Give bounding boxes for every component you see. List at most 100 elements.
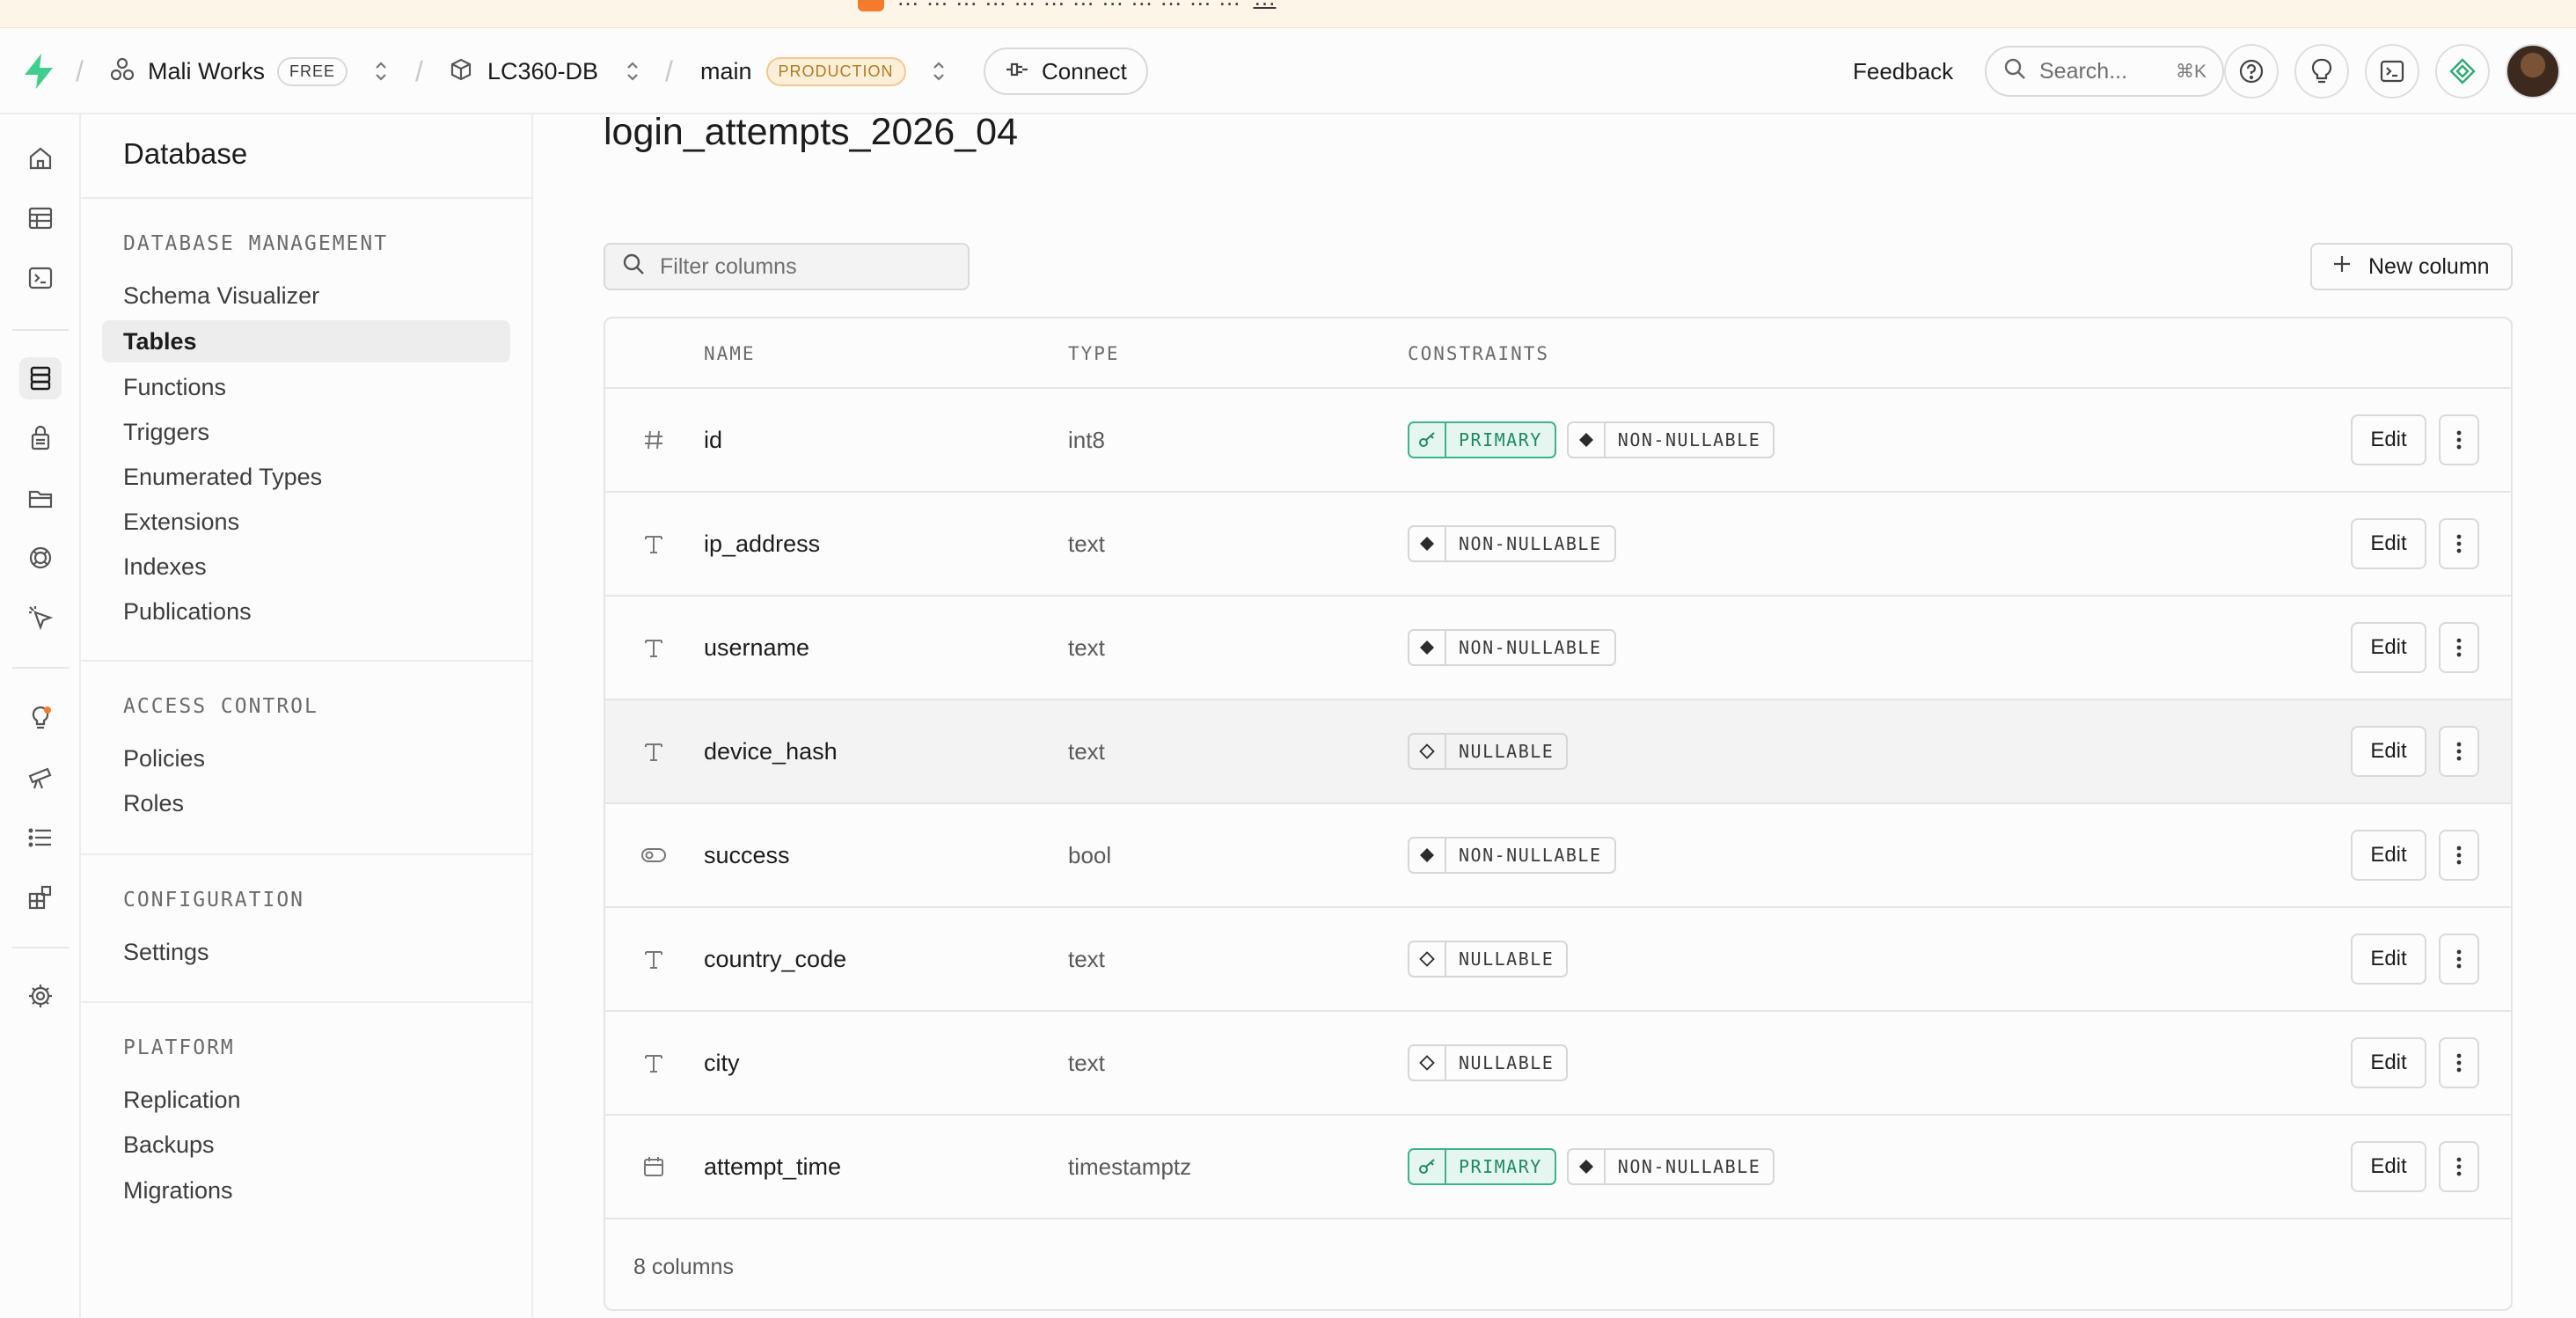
realtime-icon[interactable]	[19, 537, 62, 579]
org-name: Mali Works	[148, 57, 266, 84]
supabase-logo-icon[interactable]	[21, 28, 60, 114]
side-divider	[81, 1001, 531, 1003]
sidebar-item-tables[interactable]: Tables	[102, 320, 510, 362]
edit-button[interactable]: Edit	[2351, 518, 2426, 569]
edit-button[interactable]: Edit	[2351, 1141, 2426, 1192]
sidebar-item-enumerated-types[interactable]: Enumerated Types	[102, 456, 510, 498]
auth-icon[interactable]	[19, 417, 62, 459]
sidebar-item-roles[interactable]: Roles	[102, 782, 510, 824]
search-placeholder: Search...	[2039, 58, 2128, 84]
more-options-icon[interactable]	[2439, 830, 2479, 881]
lightbulb-icon[interactable]	[2294, 44, 2349, 99]
edit-button[interactable]: Edit	[2351, 934, 2426, 985]
edit-button[interactable]: Edit	[2351, 830, 2426, 881]
sidebar-item-replication[interactable]: Replication	[102, 1079, 510, 1121]
org-chevron-updown-icon[interactable]	[373, 28, 389, 114]
column-name: id	[704, 426, 723, 453]
storage-icon[interactable]	[19, 477, 62, 519]
calendar-icon	[640, 1116, 667, 1218]
constraint-label: NON-NULLABLE	[1459, 637, 1602, 658]
table-row[interactable]: success bool NON-NULLABLE Edit	[605, 804, 2511, 908]
constraint-badges: NON-NULLABLE	[1408, 804, 1616, 906]
edit-button[interactable]: Edit	[2351, 622, 2426, 673]
new-column-label: New column	[2368, 253, 2490, 279]
user-avatar[interactable]	[2506, 44, 2560, 99]
home-icon[interactable]	[19, 137, 62, 179]
org-switcher[interactable]: Mali Works FREE	[109, 28, 348, 114]
more-options-icon[interactable]	[2439, 518, 2479, 569]
table-row[interactable]: country_code text NULLABLE Edit	[605, 908, 2511, 1012]
logs-icon[interactable]	[19, 816, 62, 859]
sidebar-item-migrations[interactable]: Migrations	[102, 1169, 510, 1212]
primary-key-badge: PRIMARY	[1408, 421, 1556, 458]
nullable-badge: NULLABLE	[1408, 733, 1569, 770]
constraint-label: NULLABLE	[1459, 741, 1555, 762]
database-icon[interactable]	[19, 357, 62, 399]
table-row[interactable]: id int8 PRIMARY NON-NULLABLE Edit	[605, 389, 2511, 493]
branch-switcher[interactable]: main PRODUCTION	[700, 28, 906, 114]
new-column-button[interactable]: New column	[2310, 243, 2513, 290]
side-divider	[81, 660, 531, 662]
sidebar-item-publications[interactable]: Publications	[102, 590, 510, 633]
edit-button[interactable]: Edit	[2351, 726, 2426, 777]
advisors-icon[interactable]	[19, 697, 62, 739]
assistant-diamond-icon[interactable]	[2435, 44, 2490, 99]
diamond-filled-icon	[1569, 1150, 1606, 1183]
table-row[interactable]: city text NULLABLE Edit	[605, 1012, 2511, 1116]
feedback-button[interactable]: Feedback	[1853, 28, 1953, 114]
side-menu-title: Database	[123, 137, 248, 170]
diamond-outline-icon	[1409, 1046, 1446, 1080]
breadcrumb-separator: /	[665, 55, 673, 87]
column-name: username	[704, 633, 810, 661]
non-nullable-badge: NON-NULLABLE	[1408, 525, 1616, 562]
more-options-icon[interactable]	[2439, 1037, 2479, 1088]
sidebar-item-schema-visualizer[interactable]: Schema Visualizer	[102, 275, 510, 317]
column-type: text	[1068, 633, 1105, 661]
sidebar-item-triggers[interactable]: Triggers	[102, 411, 510, 453]
table-editor-icon[interactable]	[19, 197, 62, 239]
section-heading-platform: PLATFORM	[123, 1036, 235, 1059]
terminal-icon[interactable]	[2365, 44, 2419, 99]
sidebar-item-settings[interactable]: Settings	[102, 931, 510, 973]
branch-chevron-updown-icon[interactable]	[931, 28, 947, 114]
text-type-icon	[640, 908, 667, 1010]
database-side-menu: Database DATABASE MANAGEMENT Schema Visu…	[81, 114, 533, 1318]
table-row[interactable]: device_hash text NULLABLE Edit	[605, 700, 2511, 804]
table-row[interactable]: username text NON-NULLABLE Edit	[605, 597, 2511, 700]
edit-button[interactable]: Edit	[2351, 414, 2426, 465]
project-chevron-updown-icon[interactable]	[625, 28, 640, 114]
nullable-badge: NULLABLE	[1408, 1044, 1569, 1081]
sidebar-item-policies[interactable]: Policies	[102, 737, 510, 780]
table-row[interactable]: attempt_time timestamptz PRIMARY NON-NULLAB…	[605, 1116, 2511, 1219]
search-input[interactable]: Search... ⌘K	[1985, 46, 2224, 97]
more-options-icon[interactable]	[2439, 622, 2479, 673]
more-options-icon[interactable]	[2439, 934, 2479, 985]
constraint-label: NON-NULLABLE	[1617, 1156, 1761, 1177]
sidebar-item-functions[interactable]: Functions	[102, 366, 510, 408]
hash-icon	[640, 389, 667, 491]
sidebar-item-backups[interactable]: Backups	[102, 1124, 510, 1166]
banner-link[interactable]: …	[1253, 0, 1276, 11]
side-divider	[81, 853, 531, 855]
more-options-icon[interactable]	[2439, 1141, 2479, 1192]
sidebar-item-extensions[interactable]: Extensions	[102, 501, 510, 543]
constraint-badges: NON-NULLABLE	[1408, 493, 1616, 595]
text-type-icon	[640, 597, 667, 699]
filter-columns-input[interactable]: Filter columns	[604, 243, 970, 290]
sidebar-item-indexes[interactable]: Indexes	[102, 546, 510, 588]
top-navigation: / Mali Works FREE / LC360-DB / main PROD…	[0, 28, 2576, 114]
table-row[interactable]: ip_address text NON-NULLABLE Edit	[605, 493, 2511, 597]
more-options-icon[interactable]	[2439, 726, 2479, 777]
project-switcher[interactable]: LC360-DB	[449, 28, 598, 114]
more-options-icon[interactable]	[2439, 414, 2479, 465]
constraint-badges: PRIMARY NON-NULLABLE	[1408, 389, 1775, 491]
help-icon[interactable]	[2224, 44, 2279, 99]
edge-functions-icon[interactable]	[19, 597, 62, 639]
observability-icon[interactable]	[19, 757, 62, 799]
plus-icon	[2331, 253, 2353, 281]
connect-button[interactable]: Connect	[984, 48, 1148, 95]
edit-button[interactable]: Edit	[2351, 1037, 2426, 1088]
sql-editor-icon[interactable]	[19, 257, 62, 299]
settings-icon[interactable]	[19, 975, 62, 1017]
integrations-icon[interactable]	[19, 876, 62, 919]
